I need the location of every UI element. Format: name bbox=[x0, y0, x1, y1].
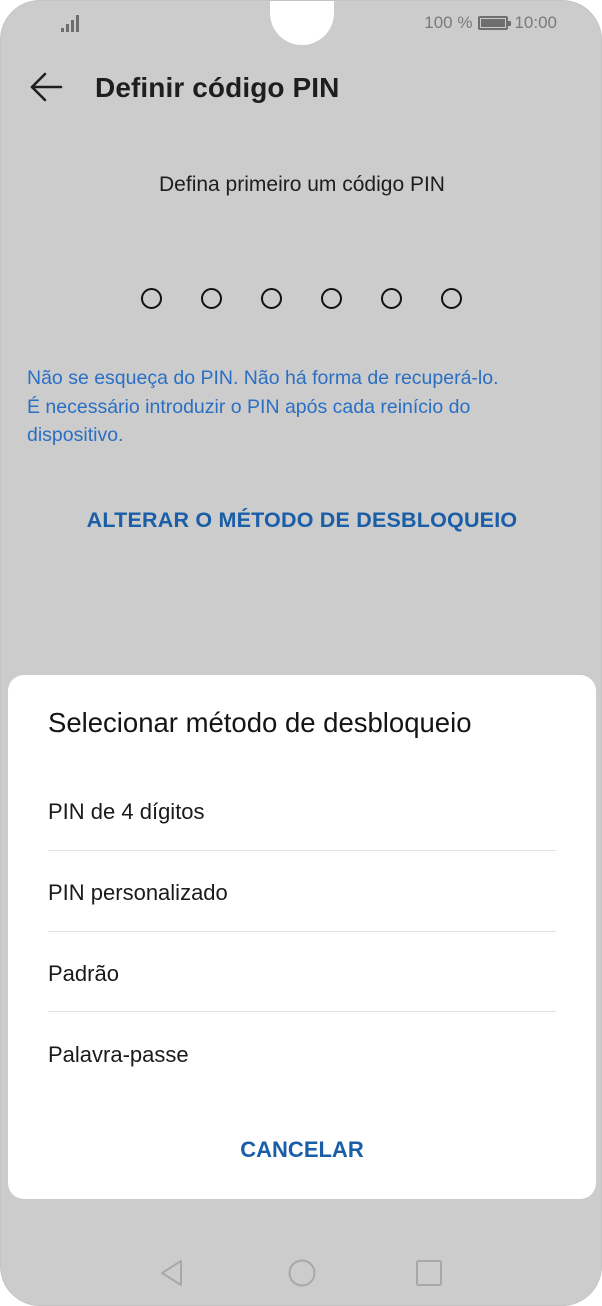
option-label: PIN de 4 dígitos bbox=[48, 798, 205, 824]
phone-screen: 100 % 10:00 Definir código PIN Defina pr… bbox=[0, 0, 602, 1306]
pin-digit-placeholder bbox=[141, 288, 162, 309]
unlock-method-dialog: Selecionar método de desbloqueio PIN de … bbox=[8, 675, 596, 1199]
navigation-bar bbox=[1, 1241, 601, 1305]
cancel-button[interactable]: CANCELAR bbox=[8, 1137, 596, 1163]
status-time: 10:00 bbox=[514, 13, 557, 32]
pin-indicator bbox=[141, 288, 462, 309]
warning-line: dispositivo. bbox=[27, 424, 124, 446]
option-pattern[interactable]: Padrão bbox=[48, 932, 556, 1013]
option-custom-pin[interactable]: PIN personalizado bbox=[48, 851, 556, 932]
page-title: Definir código PIN bbox=[95, 72, 340, 103]
warning-line: Não se esqueça do PIN. Não há forma de r… bbox=[27, 367, 499, 389]
nav-home-button[interactable] bbox=[286, 1257, 318, 1289]
pin-subtitle: Defina primeiro um código PIN bbox=[159, 173, 445, 196]
app-header: Definir código PIN bbox=[1, 45, 601, 127]
warning-line: É necessário introduzir o PIN após cada … bbox=[27, 395, 471, 418]
pin-digit-placeholder bbox=[261, 288, 282, 309]
back-button[interactable] bbox=[25, 67, 65, 107]
divider bbox=[48, 1011, 556, 1012]
nav-home-icon bbox=[288, 1259, 316, 1287]
option-label: Palavra-passe bbox=[48, 1041, 189, 1067]
status-right: 100 % 10:00 bbox=[424, 12, 557, 34]
battery-icon bbox=[478, 16, 512, 30]
status-bar: 100 % 10:00 bbox=[1, 1, 601, 45]
pin-digit-placeholder bbox=[201, 288, 222, 309]
battery-percent: 100 % bbox=[424, 13, 473, 32]
back-arrow-icon bbox=[30, 72, 63, 102]
dialog-title: Selecionar método de desbloqueio bbox=[48, 707, 472, 738]
pin-digit-placeholder bbox=[381, 288, 402, 309]
signal-icon bbox=[61, 15, 79, 32]
nav-recents-button[interactable] bbox=[413, 1257, 445, 1289]
change-unlock-method-button[interactable]: ALTERAR O MÉTODO DE DESBLOQUEIO bbox=[1, 508, 601, 533]
option-label: Padrão bbox=[48, 960, 119, 986]
option-pin-4-digits[interactable]: PIN de 4 dígitos bbox=[48, 770, 556, 851]
option-password[interactable]: Palavra-passe bbox=[48, 1013, 556, 1094]
pin-digit-placeholder bbox=[321, 288, 342, 309]
option-label: PIN personalizado bbox=[48, 879, 228, 905]
pin-warning-text: Não se esqueça do PIN. Não há forma de r… bbox=[27, 364, 577, 450]
nav-back-button[interactable] bbox=[157, 1257, 189, 1289]
nav-recents-icon bbox=[416, 1260, 442, 1286]
nav-back-icon bbox=[161, 1260, 182, 1286]
pin-digit-placeholder bbox=[441, 288, 462, 309]
